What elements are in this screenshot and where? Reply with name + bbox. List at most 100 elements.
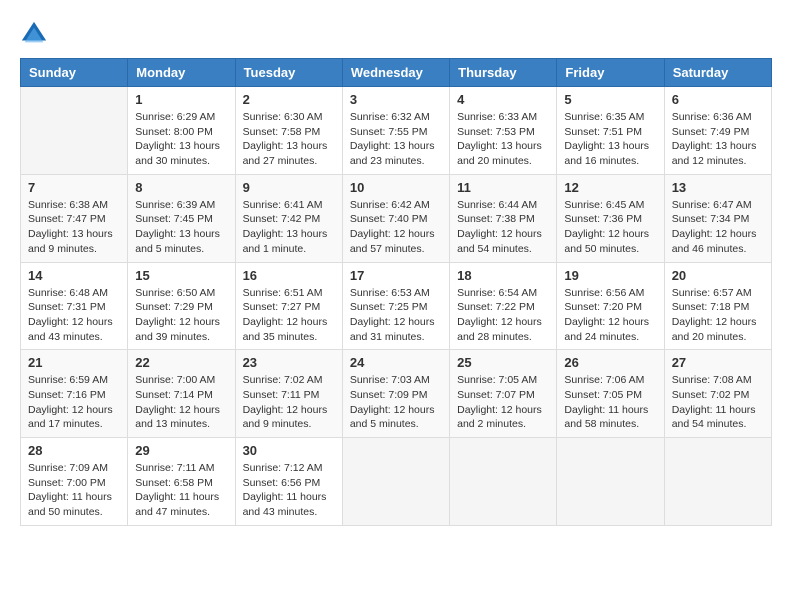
calendar-cell: 18 Sunrise: 6:54 AMSunset: 7:22 PMDayligh… <box>450 262 557 350</box>
day-number: 7 <box>28 180 120 195</box>
calendar-cell: 30Sunrise: 7:12 AMSunset: 6:56 PMDayligh… <box>235 438 342 526</box>
calendar-header-thursday: Thursday <box>450 59 557 87</box>
day-number: 3 <box>350 92 442 107</box>
calendar-cell: 3 Sunrise: 6:32 AMSunset: 7:55 PMDaylight… <box>342 87 449 175</box>
calendar-header-sunday: Sunday <box>21 59 128 87</box>
day-info: Sunrise: 6:45 AMSunset: 7:36 PMDaylight:… <box>564 198 656 257</box>
day-info: Sunrise: 6:48 AMSunset: 7:31 PMDaylight:… <box>28 286 120 345</box>
calendar-cell: 23 Sunrise: 7:02 AMSunset: 7:11 PMDayligh… <box>235 350 342 438</box>
day-number: 6 <box>672 92 764 107</box>
day-number: 8 <box>135 180 227 195</box>
day-info: Sunrise: 7:11 AMSunset: 6:58 PMDaylight:… <box>135 461 227 520</box>
calendar-cell: 19 Sunrise: 6:56 AMSunset: 7:20 PMDayligh… <box>557 262 664 350</box>
logo <box>20 20 52 48</box>
calendar-cell: 29 Sunrise: 7:11 AMSunset: 6:58 PMDayligh… <box>128 438 235 526</box>
day-number: 13 <box>672 180 764 195</box>
day-info: Sunrise: 6:38 AMSunset: 7:47 PMDaylight:… <box>28 198 120 257</box>
calendar-cell <box>342 438 449 526</box>
day-number: 18 <box>457 268 549 283</box>
calendar-week-0: 1 Sunrise: 6:29 AMSunset: 8:00 PMDaylight… <box>21 87 772 175</box>
calendar-cell: 7 Sunrise: 6:38 AMSunset: 7:47 PMDaylight… <box>21 174 128 262</box>
day-number: 17 <box>350 268 442 283</box>
day-number: 15 <box>135 268 227 283</box>
day-number: 20 <box>672 268 764 283</box>
calendar-cell: 13 Sunrise: 6:47 AMSunset: 7:34 PMDayligh… <box>664 174 771 262</box>
day-number: 23 <box>243 355 335 370</box>
day-info: Sunrise: 6:30 AMSunset: 7:58 PMDaylight:… <box>243 110 335 169</box>
calendar-cell: 16Sunrise: 6:51 AMSunset: 7:27 PMDayligh… <box>235 262 342 350</box>
calendar-header-tuesday: Tuesday <box>235 59 342 87</box>
logo-icon <box>20 20 48 48</box>
calendar-cell: 25 Sunrise: 7:05 AMSunset: 7:07 PMDayligh… <box>450 350 557 438</box>
day-info: Sunrise: 6:29 AMSunset: 8:00 PMDaylight:… <box>135 110 227 169</box>
calendar-cell <box>557 438 664 526</box>
calendar-cell: 1 Sunrise: 6:29 AMSunset: 8:00 PMDaylight… <box>128 87 235 175</box>
day-info: Sunrise: 6:56 AMSunset: 7:20 PMDaylight:… <box>564 286 656 345</box>
day-number: 1 <box>135 92 227 107</box>
day-number: 14 <box>28 268 120 283</box>
day-info: Sunrise: 7:02 AMSunset: 7:11 PMDaylight:… <box>243 373 335 432</box>
day-number: 30 <box>243 443 335 458</box>
calendar-header-friday: Friday <box>557 59 664 87</box>
calendar-header-monday: Monday <box>128 59 235 87</box>
calendar-cell <box>664 438 771 526</box>
day-number: 27 <box>672 355 764 370</box>
day-info: Sunrise: 6:54 AMSunset: 7:22 PMDaylight:… <box>457 286 549 345</box>
calendar-header-wednesday: Wednesday <box>342 59 449 87</box>
page-header <box>20 20 772 48</box>
day-info: Sunrise: 6:59 AMSunset: 7:16 PMDaylight:… <box>28 373 120 432</box>
day-number: 29 <box>135 443 227 458</box>
day-info: Sunrise: 6:57 AMSunset: 7:18 PMDaylight:… <box>672 286 764 345</box>
calendar-cell: 27 Sunrise: 7:08 AMSunset: 7:02 PMDayligh… <box>664 350 771 438</box>
calendar-cell: 12 Sunrise: 6:45 AMSunset: 7:36 PMDayligh… <box>557 174 664 262</box>
calendar-cell: 6 Sunrise: 6:36 AMSunset: 7:49 PMDaylight… <box>664 87 771 175</box>
calendar-cell: 10 Sunrise: 6:42 AMSunset: 7:40 PMDayligh… <box>342 174 449 262</box>
day-info: Sunrise: 7:06 AMSunset: 7:05 PMDaylight:… <box>564 373 656 432</box>
day-info: Sunrise: 7:08 AMSunset: 7:02 PMDaylight:… <box>672 373 764 432</box>
calendar-cell: 20 Sunrise: 6:57 AMSunset: 7:18 PMDayligh… <box>664 262 771 350</box>
day-info: Sunrise: 6:42 AMSunset: 7:40 PMDaylight:… <box>350 198 442 257</box>
day-number: 26 <box>564 355 656 370</box>
day-number: 12 <box>564 180 656 195</box>
calendar-cell <box>450 438 557 526</box>
calendar-cell: 4Sunrise: 6:33 AMSunset: 7:53 PMDaylight… <box>450 87 557 175</box>
day-info: Sunrise: 6:44 AMSunset: 7:38 PMDaylight:… <box>457 198 549 257</box>
calendar-cell: 5Sunrise: 6:35 AMSunset: 7:51 PMDaylight… <box>557 87 664 175</box>
calendar-cell: 21 Sunrise: 6:59 AMSunset: 7:16 PMDayligh… <box>21 350 128 438</box>
calendar: SundayMondayTuesdayWednesdayThursdayFrid… <box>20 58 772 526</box>
calendar-cell: 11 Sunrise: 6:44 AMSunset: 7:38 PMDayligh… <box>450 174 557 262</box>
calendar-cell: 24Sunrise: 7:03 AMSunset: 7:09 PMDayligh… <box>342 350 449 438</box>
day-info: Sunrise: 7:05 AMSunset: 7:07 PMDaylight:… <box>457 373 549 432</box>
day-info: Sunrise: 6:41 AMSunset: 7:42 PMDaylight:… <box>243 198 335 257</box>
calendar-cell: 14 Sunrise: 6:48 AMSunset: 7:31 PMDayligh… <box>21 262 128 350</box>
day-info: Sunrise: 6:36 AMSunset: 7:49 PMDaylight:… <box>672 110 764 169</box>
day-info: Sunrise: 6:39 AMSunset: 7:45 PMDaylight:… <box>135 198 227 257</box>
calendar-cell: 26 Sunrise: 7:06 AMSunset: 7:05 PMDayligh… <box>557 350 664 438</box>
calendar-cell: 9 Sunrise: 6:41 AMSunset: 7:42 PMDaylight… <box>235 174 342 262</box>
day-number: 25 <box>457 355 549 370</box>
day-number: 21 <box>28 355 120 370</box>
calendar-cell: 28 Sunrise: 7:09 AMSunset: 7:00 PMDayligh… <box>21 438 128 526</box>
day-number: 2 <box>243 92 335 107</box>
day-number: 10 <box>350 180 442 195</box>
calendar-week-4: 28 Sunrise: 7:09 AMSunset: 7:00 PMDayligh… <box>21 438 772 526</box>
day-info: Sunrise: 6:32 AMSunset: 7:55 PMDaylight:… <box>350 110 442 169</box>
calendar-cell: 15 Sunrise: 6:50 AMSunset: 7:29 PMDayligh… <box>128 262 235 350</box>
day-info: Sunrise: 7:03 AMSunset: 7:09 PMDaylight:… <box>350 373 442 432</box>
day-info: Sunrise: 6:33 AMSunset: 7:53 PMDaylight:… <box>457 110 549 169</box>
day-number: 28 <box>28 443 120 458</box>
day-number: 22 <box>135 355 227 370</box>
day-info: Sunrise: 7:09 AMSunset: 7:00 PMDaylight:… <box>28 461 120 520</box>
day-number: 9 <box>243 180 335 195</box>
calendar-cell: 2 Sunrise: 6:30 AMSunset: 7:58 PMDaylight… <box>235 87 342 175</box>
day-info: Sunrise: 6:50 AMSunset: 7:29 PMDaylight:… <box>135 286 227 345</box>
day-number: 11 <box>457 180 549 195</box>
day-number: 16 <box>243 268 335 283</box>
calendar-header-row: SundayMondayTuesdayWednesdayThursdayFrid… <box>21 59 772 87</box>
day-number: 19 <box>564 268 656 283</box>
calendar-cell: 17Sunrise: 6:53 AMSunset: 7:25 PMDayligh… <box>342 262 449 350</box>
calendar-week-1: 7 Sunrise: 6:38 AMSunset: 7:47 PMDaylight… <box>21 174 772 262</box>
day-info: Sunrise: 6:47 AMSunset: 7:34 PMDaylight:… <box>672 198 764 257</box>
day-number: 5 <box>564 92 656 107</box>
calendar-cell: 8 Sunrise: 6:39 AMSunset: 7:45 PMDaylight… <box>128 174 235 262</box>
